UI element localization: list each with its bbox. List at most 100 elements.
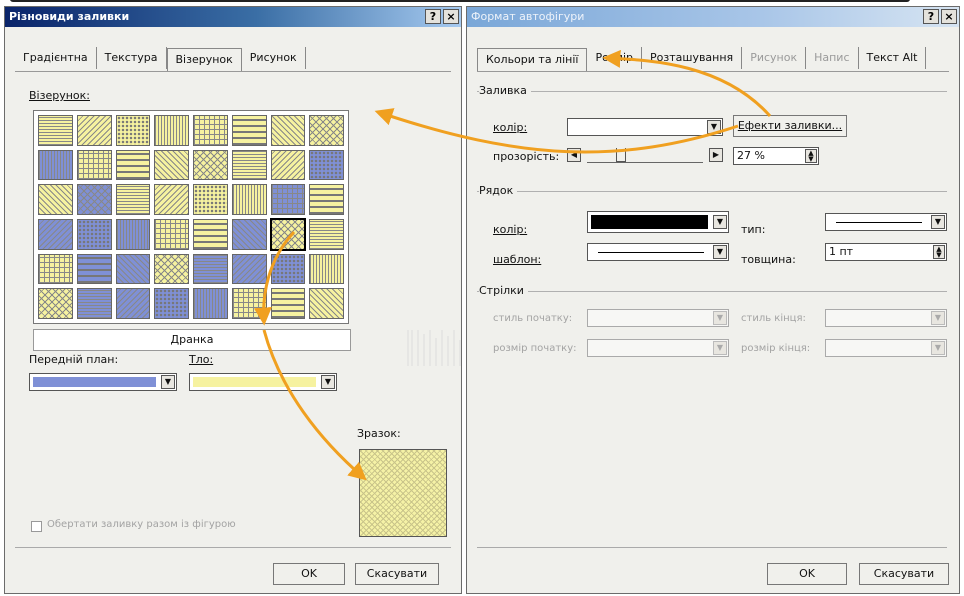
begin-style-label: стиль початку: [493,313,573,324]
pattern-swatch[interactable] [270,288,306,319]
begin-size-label: розмір початку: [493,343,577,354]
pattern-swatch[interactable] [309,184,344,215]
pattern-swatch[interactable] [154,184,189,215]
pattern-swatch[interactable] [115,253,151,285]
pattern-swatch[interactable] [38,288,73,319]
fill-color-label: колір: [493,121,528,134]
line-type-label: тип: [741,223,766,236]
line-type-dropdown[interactable]: ▼ [825,213,947,231]
transparency-value: 27 % [737,149,765,162]
pattern-swatch[interactable] [115,149,151,181]
pattern-swatch[interactable] [309,253,344,285]
pattern-swatch[interactable] [38,115,73,146]
dash-pattern-sample [598,252,704,253]
tab-size[interactable]: Розмір [587,47,643,69]
format-autoshape-tabs: Кольори та лінії Розмір Розташування Рис… [477,47,949,72]
pattern-swatch[interactable] [76,115,112,146]
pattern-swatch[interactable] [309,218,344,250]
pattern-swatch[interactable] [231,288,267,319]
line-color-dropdown[interactable]: ▼ [587,211,729,233]
help-button[interactable]: ? [923,9,939,24]
pattern-swatch[interactable] [193,149,228,181]
transparency-spinner[interactable]: 27 % ▲ ▼ [733,147,819,165]
background-color-dropdown[interactable]: ▼ [189,373,337,391]
pattern-swatch[interactable] [231,149,267,181]
slider-thumb[interactable] [615,148,626,162]
pattern-swatch[interactable] [154,115,189,146]
pattern-swatch[interactable] [154,253,189,285]
pattern-swatch[interactable] [38,253,73,285]
close-button[interactable]: × [941,9,957,24]
tab-colors-and-lines[interactable]: Кольори та лінії [477,48,588,71]
pattern-swatch[interactable] [38,184,73,215]
pattern-swatch[interactable] [115,184,151,215]
chevron-down-icon[interactable]: ▼ [321,375,335,389]
pattern-swatch[interactable] [76,218,112,250]
pattern-swatch[interactable] [115,115,151,146]
chevron-right-icon[interactable]: ▶ [709,148,723,162]
ok-button[interactable]: OK [767,563,847,585]
pattern-swatch[interactable] [76,149,112,181]
foreground-label: Передній план: [29,353,119,366]
pattern-swatch[interactable] [270,184,306,215]
dash-pattern-dropdown[interactable]: ▼ [587,243,729,261]
chevron-down-icon[interactable]: ▼ [713,215,727,229]
pattern-swatch[interactable] [115,288,151,319]
pattern-swatch[interactable] [270,115,306,146]
pattern-swatch[interactable] [193,253,228,285]
pattern-swatch[interactable] [231,184,267,215]
pattern-swatch[interactable] [270,253,306,285]
pattern-swatch[interactable] [270,149,306,181]
tab-picture[interactable]: Рисунок [242,47,306,69]
spinner-arrows-icon[interactable]: ▲ ▼ [933,245,945,259]
tab-pattern[interactable]: Візерунок [166,48,242,71]
pattern-swatch[interactable] [309,288,344,319]
chevron-down-icon: ▼ [713,311,727,325]
rotate-with-shape-checkbox[interactable] [31,521,42,532]
pattern-swatch[interactable] [309,115,344,146]
pattern-swatch[interactable] [231,218,267,250]
pattern-swatch[interactable] [76,184,112,215]
line-type-sample [836,222,922,223]
pattern-swatch[interactable] [269,217,307,251]
fill-effects-button[interactable]: Ефекти заливки... [733,115,847,137]
pattern-swatch[interactable] [193,115,228,146]
pattern-swatch[interactable] [231,253,267,285]
pattern-swatch[interactable] [76,288,112,319]
pattern-swatch[interactable] [309,149,344,181]
pattern-swatch[interactable] [193,288,228,319]
chevron-down-icon[interactable]: ▼ [931,215,945,229]
close-button[interactable]: × [443,9,459,24]
pattern-swatch[interactable] [38,149,73,181]
cancel-button[interactable]: Скасувати [859,563,949,585]
tab-gradient[interactable]: Градієнтна [15,47,97,69]
chevron-down-icon: ▼ [713,341,727,355]
chevron-down-icon[interactable]: ▼ [161,375,175,389]
begin-size-dropdown: ▼ [587,339,729,357]
tab-alt-text[interactable]: Текст Alt [859,47,927,69]
chevron-down-icon[interactable]: ▼ [713,245,727,259]
pattern-swatch[interactable] [154,288,189,319]
ok-button[interactable]: OK [273,563,345,585]
foreground-color-dropdown[interactable]: ▼ [29,373,177,391]
pattern-swatch[interactable] [115,218,151,250]
tab-layout[interactable]: Розташування [642,47,743,69]
pattern-swatch[interactable] [231,115,267,146]
transparency-slider[interactable]: ◀ ▶ [567,148,723,164]
help-button[interactable]: ? [425,9,441,24]
fill-color-dropdown[interactable]: ▼ [567,118,723,136]
pattern-swatch[interactable] [154,218,189,250]
fill-effects-dialog: Різновиди заливки ? × Градієнтна Текстур… [4,6,462,594]
pattern-swatch[interactable] [76,253,112,285]
pattern-swatch[interactable] [154,149,189,181]
chevron-left-icon[interactable]: ◀ [567,148,581,162]
cancel-button[interactable]: Скасувати [355,563,439,585]
pattern-swatch[interactable] [38,218,73,250]
tab-texture[interactable]: Текстура [97,47,167,69]
foreground-color-swatch [33,377,156,387]
pattern-swatch[interactable] [193,218,228,250]
pattern-swatch[interactable] [193,184,228,215]
chevron-down-icon[interactable]: ▼ [707,120,721,134]
line-weight-spinner[interactable]: 1 пт ▲ ▼ [825,243,947,261]
spinner-arrows-icon[interactable]: ▲ ▼ [805,149,817,163]
